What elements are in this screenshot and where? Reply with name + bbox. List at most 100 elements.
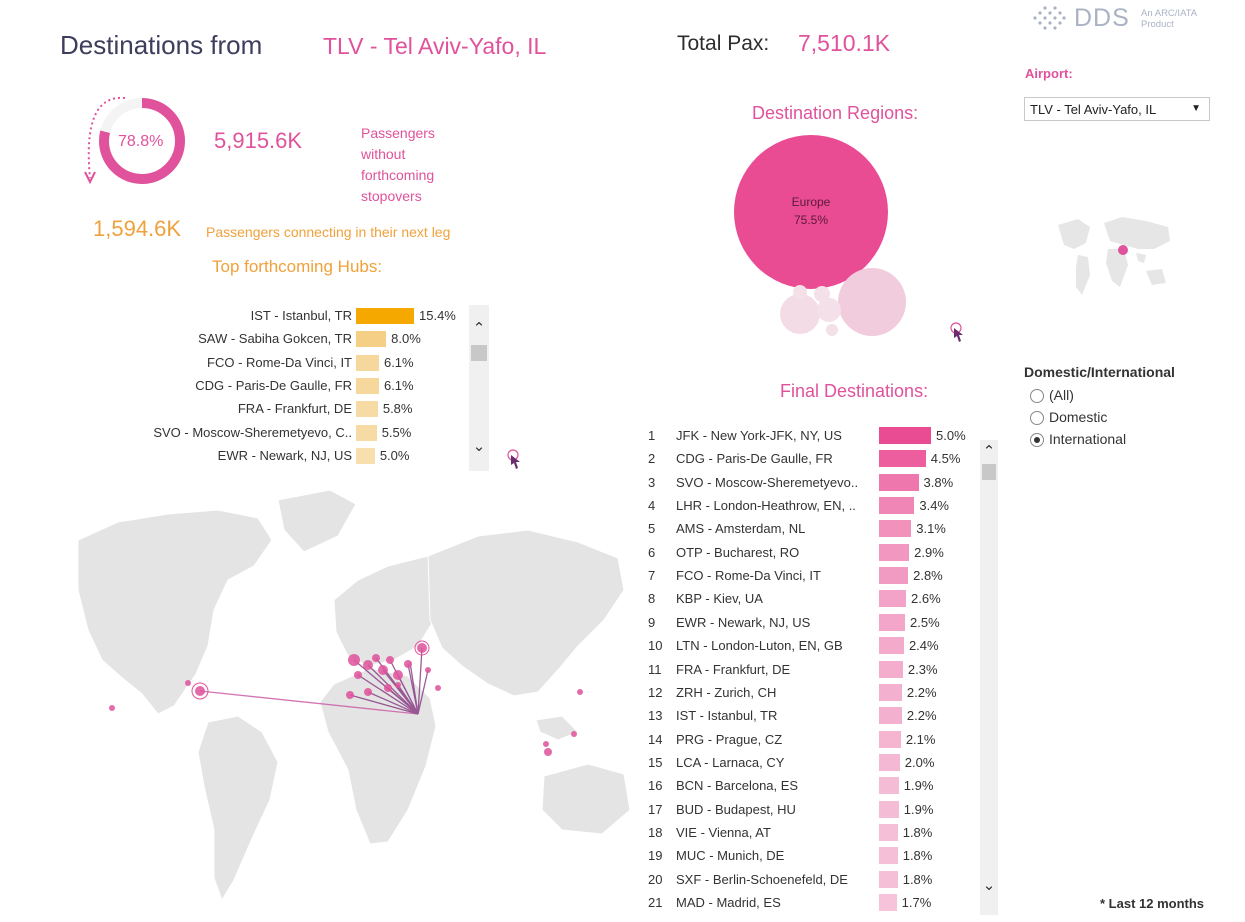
hub-bar[interactable] [356, 354, 379, 371]
destination-row[interactable]: 15 LCA - Larnaca, CY 2.0% [630, 751, 980, 774]
destination-bar[interactable] [879, 637, 904, 655]
scroll-up-icon[interactable]: ⌃ [980, 442, 998, 460]
radio-circle[interactable] [1030, 411, 1044, 425]
destination-bar[interactable] [879, 777, 899, 795]
destination-name: SXF - Berlin-Schoenefeld, DE [676, 871, 848, 887]
map-dest-dot [384, 684, 392, 692]
footnote: * Last 12 months [1100, 896, 1205, 911]
map-dest-dot [404, 660, 412, 668]
regions-pointer-icon [950, 322, 963, 342]
hub-bar[interactable] [356, 401, 378, 418]
destination-bar[interactable] [879, 730, 901, 748]
radio-label: International [1049, 431, 1127, 447]
dropdown-caret-icon[interactable]: ▼ [1191, 103, 1201, 114]
dds-dots-icon [1033, 6, 1066, 30]
destination-row[interactable]: 18 VIE - Vienna, AT 1.8% [630, 821, 980, 844]
hubs-scrollbar[interactable]: ⌃ ⌄ [469, 305, 489, 471]
destination-pct: 2.5% [910, 614, 940, 630]
connecting-value: 1,594.6K [93, 216, 182, 241]
destination-bar[interactable] [879, 520, 912, 538]
destination-row[interactable]: 9 EWR - Newark, NJ, US 2.5% [630, 611, 980, 634]
destination-pct: 1.8% [902, 848, 933, 864]
destination-bar[interactable] [879, 473, 919, 491]
destination-pct: 2.8% [913, 568, 943, 584]
dds-logo: DDS An ARC/IATA Product [1032, 4, 1212, 34]
destination-row[interactable]: 17 BUD - Budapest, HU 1.9% [630, 798, 980, 821]
destinations-scroll-thumb[interactable] [982, 464, 996, 480]
region-europe-pct: 75.5% [794, 213, 828, 227]
destination-row[interactable]: 3 SVO - Moscow-Sheremetyevo.. 3.8% [630, 471, 980, 494]
destinations-title: Final Destinations: [780, 381, 929, 401]
destination-bar[interactable] [879, 753, 900, 771]
hubs-scroll-thumb[interactable] [471, 345, 487, 361]
destination-row[interactable]: 5 AMS - Amsterdam, NL 3.1% [630, 517, 980, 540]
destination-bar[interactable] [879, 683, 902, 701]
scroll-down-icon[interactable]: ⌄ [980, 876, 998, 894]
destination-bar[interactable] [879, 707, 902, 725]
hub-label: IST - Istanbul, TR [250, 308, 352, 323]
region-bubble-7 [826, 324, 838, 336]
world-route-map[interactable] [58, 470, 638, 915]
radio-selected-dot [1034, 437, 1040, 443]
destination-row[interactable]: 4 LHR - London-Heathrow, EN, .. 3.4% [630, 494, 980, 517]
destination-row[interactable]: 16 BCN - Barcelona, ES 1.9% [630, 774, 980, 797]
destination-bar[interactable] [879, 660, 903, 678]
hub-pct: 8.0% [391, 331, 421, 347]
hub-row[interactable]: IST - Istanbul, TR 15.4% [100, 305, 470, 327]
destination-row[interactable]: 1 JFK - New York-JFK, NY, US 5.0% [630, 424, 980, 447]
scroll-down-icon[interactable]: ⌄ [469, 437, 489, 455]
destinations-scrollbar[interactable]: ⌃ ⌄ [980, 440, 998, 915]
destination-bar[interactable] [879, 567, 909, 585]
hub-pct: 6.1% [383, 354, 414, 370]
destination-row[interactable]: 14 PRG - Prague, CZ 2.1% [630, 728, 980, 751]
airport-select[interactable]: TLV - Tel Aviv-Yafo, IL ▼ [1024, 97, 1210, 121]
hub-row[interactable]: SAW - Sabiha Gokcen, TR 8.0% [100, 328, 470, 350]
hub-bar[interactable] [356, 447, 375, 464]
destination-bar[interactable] [879, 823, 898, 841]
hub-row[interactable]: EWR - Newark, NJ, US 5.0% [100, 445, 470, 467]
hub-row[interactable]: FCO - Rome-Da Vinci, IT 6.1% [100, 352, 470, 374]
destination-row[interactable]: 10 LTN - London-Luton, EN, GB 2.4% [630, 634, 980, 657]
hub-bar[interactable] [356, 308, 414, 324]
destination-bar[interactable] [879, 450, 926, 468]
destination-row[interactable]: 6 OTP - Bucharest, RO 2.9% [630, 541, 980, 564]
scroll-up-icon[interactable]: ⌃ [469, 319, 489, 337]
radio-circle[interactable] [1030, 433, 1044, 447]
logo-sub-line1: An ARC/IATA [1141, 8, 1198, 19]
destination-bar[interactable] [879, 543, 910, 561]
destination-bar[interactable] [879, 497, 915, 515]
destination-row[interactable]: 19 MUC - Munich, DE 1.8% [630, 844, 980, 867]
destination-pct: 2.2% [906, 684, 937, 700]
connecting-label: Passengers connecting in their next leg [206, 224, 451, 240]
destination-row[interactable]: 12 ZRH - Zurich, CH 2.2% [630, 681, 980, 704]
map-south-america [197, 715, 279, 902]
hub-row[interactable]: SVO - Moscow-Sheremetyevo, C.. 5.5% [100, 422, 470, 444]
destination-pct: 3.4% [919, 498, 949, 514]
hub-bar[interactable] [356, 377, 379, 394]
destination-pct: 1.7% [901, 895, 932, 910]
hub-label: FRA - Frankfurt, DE [237, 401, 352, 417]
radio-circle[interactable] [1030, 389, 1044, 403]
hub-bar[interactable] [356, 424, 377, 441]
destination-bar[interactable] [879, 613, 905, 631]
regions-title: Destination Regions: [752, 103, 919, 123]
hub-pct: 5.0% [379, 447, 410, 463]
destination-bar[interactable] [879, 590, 907, 608]
destination-name: AMS - Amsterdam, NL [676, 521, 806, 537]
destination-bar[interactable] [879, 894, 897, 911]
hub-row[interactable]: CDG - Paris-De Gaulle, FR 6.1% [100, 375, 470, 397]
destination-row[interactable]: 20 SXF - Berlin-Schoenefeld, DE 1.8% [630, 868, 980, 891]
destination-row[interactable]: 13 IST - Istanbul, TR 2.2% [630, 704, 980, 727]
destination-bar[interactable] [879, 427, 931, 444]
destination-row[interactable]: 7 FCO - Rome-Da Vinci, IT 2.8% [630, 564, 980, 587]
hub-row[interactable]: FRA - Frankfurt, DE 5.8% [100, 398, 470, 420]
destination-row[interactable]: 11 FRA - Frankfurt, DE 2.3% [630, 658, 980, 681]
destination-bar[interactable] [879, 870, 898, 888]
destination-row[interactable]: 2 CDG - Paris-De Gaulle, FR 4.5% [630, 447, 980, 470]
destination-row[interactable]: 21 MAD - Madrid, ES 1.7% [630, 891, 980, 914]
hub-pct: 5.8% [382, 401, 413, 417]
destination-row[interactable]: 8 KBP - Kiev, UA 2.6% [630, 587, 980, 610]
destination-bar[interactable] [879, 847, 898, 865]
destination-bar[interactable] [879, 800, 899, 818]
hub-bar[interactable] [356, 331, 387, 348]
